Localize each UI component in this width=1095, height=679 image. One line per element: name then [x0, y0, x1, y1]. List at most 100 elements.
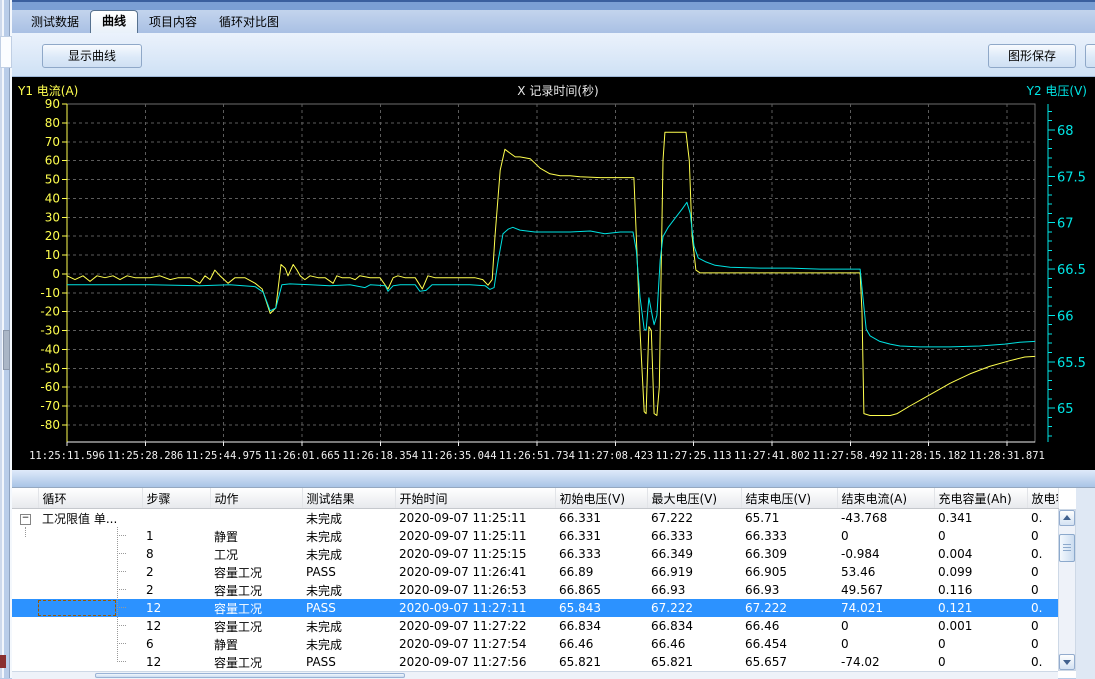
column-header-8[interactable]: 结束电压(V): [741, 488, 837, 509]
svg-text:67: 67: [1057, 217, 1074, 232]
chart-panel: Y1 电流(A) X 记录时间(秒) Y2 电压(V) 11:25:11.596…: [12, 77, 1095, 470]
tree-branch: [117, 589, 126, 590]
tree-branch: [117, 625, 126, 626]
scroll-down-button[interactable]: [1059, 654, 1075, 670]
svg-text:-80: -80: [40, 418, 60, 432]
svg-text:-50: -50: [40, 361, 60, 375]
table-vertical-scrollbar[interactable]: [1058, 509, 1076, 671]
column-header-7[interactable]: 最大电压(V): [647, 488, 741, 509]
table-row[interactable]: 1静置未完成2020-09-07 11:25:1166.33166.33366.…: [12, 527, 1058, 545]
table-row[interactable]: 12容量工况未完成2020-09-07 11:27:2266.83466.834…: [12, 617, 1058, 635]
svg-text:20: 20: [45, 229, 60, 243]
svg-text:11:25:44.975: 11:25:44.975: [186, 450, 262, 462]
tab-3[interactable]: 项目内容: [138, 11, 208, 33]
tree-branch: [117, 643, 126, 644]
svg-text:60: 60: [45, 154, 60, 168]
svg-text:-60: -60: [40, 380, 60, 394]
column-header-1[interactable]: 循环: [38, 488, 142, 509]
table-row[interactable]: 12容量工况PASS2020-09-07 11:27:1165.84367.22…: [12, 599, 1058, 617]
svg-text:11:28:15.182: 11:28:15.182: [891, 450, 967, 462]
tab-4[interactable]: 循环对比图: [208, 11, 290, 33]
table-right-filler: [1076, 488, 1095, 679]
tree-branch: [117, 553, 126, 554]
tree-branch: [117, 661, 126, 662]
column-header-9[interactable]: 结束电流(A): [837, 488, 934, 509]
arrow-down-icon: [1063, 660, 1071, 665]
table-row[interactable]: 8工况未完成2020-09-07 11:25:1566.33366.34966.…: [12, 545, 1058, 563]
tree-line: [117, 527, 118, 662]
tab-1[interactable]: 测试数据: [20, 11, 90, 33]
clipped-curve-button[interactable]: 曲: [1085, 44, 1095, 68]
panel-divider-strip: [12, 470, 1095, 487]
svg-text:11:26:01.665: 11:26:01.665: [264, 450, 340, 462]
svg-text:50: 50: [45, 173, 60, 187]
show-curve-button[interactable]: 显示曲线: [42, 44, 142, 68]
tab-2[interactable]: 曲线: [90, 10, 138, 33]
column-header-3[interactable]: 动作: [210, 488, 302, 509]
svg-text:67.5: 67.5: [1057, 170, 1086, 185]
svg-text:30: 30: [45, 210, 60, 224]
svg-text:0: 0: [52, 267, 60, 281]
column-header-11[interactable]: 放电容: [1027, 488, 1058, 509]
svg-text:11:26:51.734: 11:26:51.734: [499, 450, 575, 462]
table-row[interactable]: 2容量工况未完成2020-09-07 11:26:5366.86566.9366…: [12, 581, 1058, 599]
svg-text:11:27:08.423: 11:27:08.423: [577, 450, 653, 462]
curve-chart: 11:25:11.59611:25:28.28611:25:44.97511:2…: [12, 77, 1095, 470]
app-window: { "colors":{"accent_blue":"#2c92ff","cur…: [0, 0, 1095, 678]
svg-text:40: 40: [45, 191, 60, 205]
x-axis-title: X 记录时间(秒): [418, 82, 698, 99]
horizontal-scrollbar-thumb[interactable]: [95, 673, 405, 678]
save-graph-button[interactable]: 图形保存: [988, 44, 1076, 68]
tree-column-header: [12, 488, 38, 509]
svg-text:90: 90: [45, 97, 60, 111]
tree-collapse-icon[interactable]: −: [20, 514, 31, 525]
svg-text:65: 65: [1057, 402, 1074, 417]
table-header-row: 循环步骤动作测试结果开始时间初始电压(V)最大电压(V)结束电压(V)结束电流(…: [12, 488, 1058, 509]
svg-text:-30: -30: [40, 324, 60, 338]
svg-text:10: 10: [45, 248, 60, 262]
step-results-table-wrap: 循环步骤动作测试结果开始时间初始电压(V)最大电压(V)结束电压(V)结束电流(…: [12, 487, 1095, 678]
tree-branch: [117, 571, 126, 572]
arrow-up-icon: [1063, 515, 1071, 520]
column-header-4[interactable]: 测试结果: [302, 488, 395, 509]
sliver-scrollbar-thumb: [3, 330, 10, 370]
background-window-sliver: [0, 0, 12, 678]
svg-text:11:26:18.354: 11:26:18.354: [342, 450, 418, 462]
table-row[interactable]: 工况限值 单...未完成2020-09-07 11:25:1166.33167.…: [12, 509, 1058, 528]
window-top-band: [12, 0, 1095, 10]
table-row[interactable]: 6静置未完成2020-09-07 11:27:5466.4666.4666.45…: [12, 635, 1058, 653]
table-row[interactable]: 2容量工况PASS2020-09-07 11:26:4166.8966.9196…: [12, 563, 1058, 581]
sliver-box: [0, 36, 12, 68]
svg-text:11:28:31.871: 11:28:31.871: [969, 450, 1045, 462]
svg-text:11:27:25.113: 11:27:25.113: [656, 450, 732, 462]
column-header-5[interactable]: 开始时间: [395, 488, 555, 509]
y2-axis-title: Y2 电压(V): [1027, 82, 1087, 99]
vertical-scrollbar-thumb[interactable]: [1059, 534, 1075, 562]
y1-axis-title: Y1 电流(A): [18, 82, 78, 99]
column-header-6[interactable]: 初始电压(V): [555, 488, 647, 509]
step-results-table: 循环步骤动作测试结果开始时间初始电压(V)最大电压(V)结束电压(V)结束电流(…: [12, 488, 1059, 671]
svg-text:66.5: 66.5: [1057, 263, 1086, 278]
toolbar: 显示曲线 图形保存 曲: [12, 33, 1095, 77]
svg-text:80: 80: [45, 116, 60, 130]
svg-text:11:27:58.492: 11:27:58.492: [812, 450, 888, 462]
svg-text:-40: -40: [40, 342, 60, 356]
svg-text:70: 70: [45, 135, 60, 149]
tree-branch: [117, 535, 126, 536]
scroll-up-button[interactable]: [1059, 510, 1075, 526]
svg-text:11:25:28.286: 11:25:28.286: [107, 450, 183, 462]
svg-text:-20: -20: [40, 305, 60, 319]
svg-text:68: 68: [1057, 124, 1074, 139]
selection-focus-rect: [38, 600, 116, 616]
column-header-2[interactable]: 步骤: [142, 488, 210, 509]
table-row[interactable]: 12容量工况PASS2020-09-07 11:27:5665.82165.82…: [12, 653, 1058, 671]
svg-text:11:26:35.044: 11:26:35.044: [421, 450, 497, 462]
column-header-10[interactable]: 充电容量(Ah): [934, 488, 1027, 509]
tree-branch: [117, 607, 126, 608]
svg-text:-70: -70: [40, 399, 60, 413]
svg-text:11:27:41.802: 11:27:41.802: [734, 450, 810, 462]
svg-text:11:25:11.596: 11:25:11.596: [29, 450, 105, 462]
tab-bar: 测试数据曲线项目内容循环对比图: [12, 10, 1095, 33]
svg-text:-10: -10: [40, 286, 60, 300]
tree-line: [25, 527, 26, 537]
